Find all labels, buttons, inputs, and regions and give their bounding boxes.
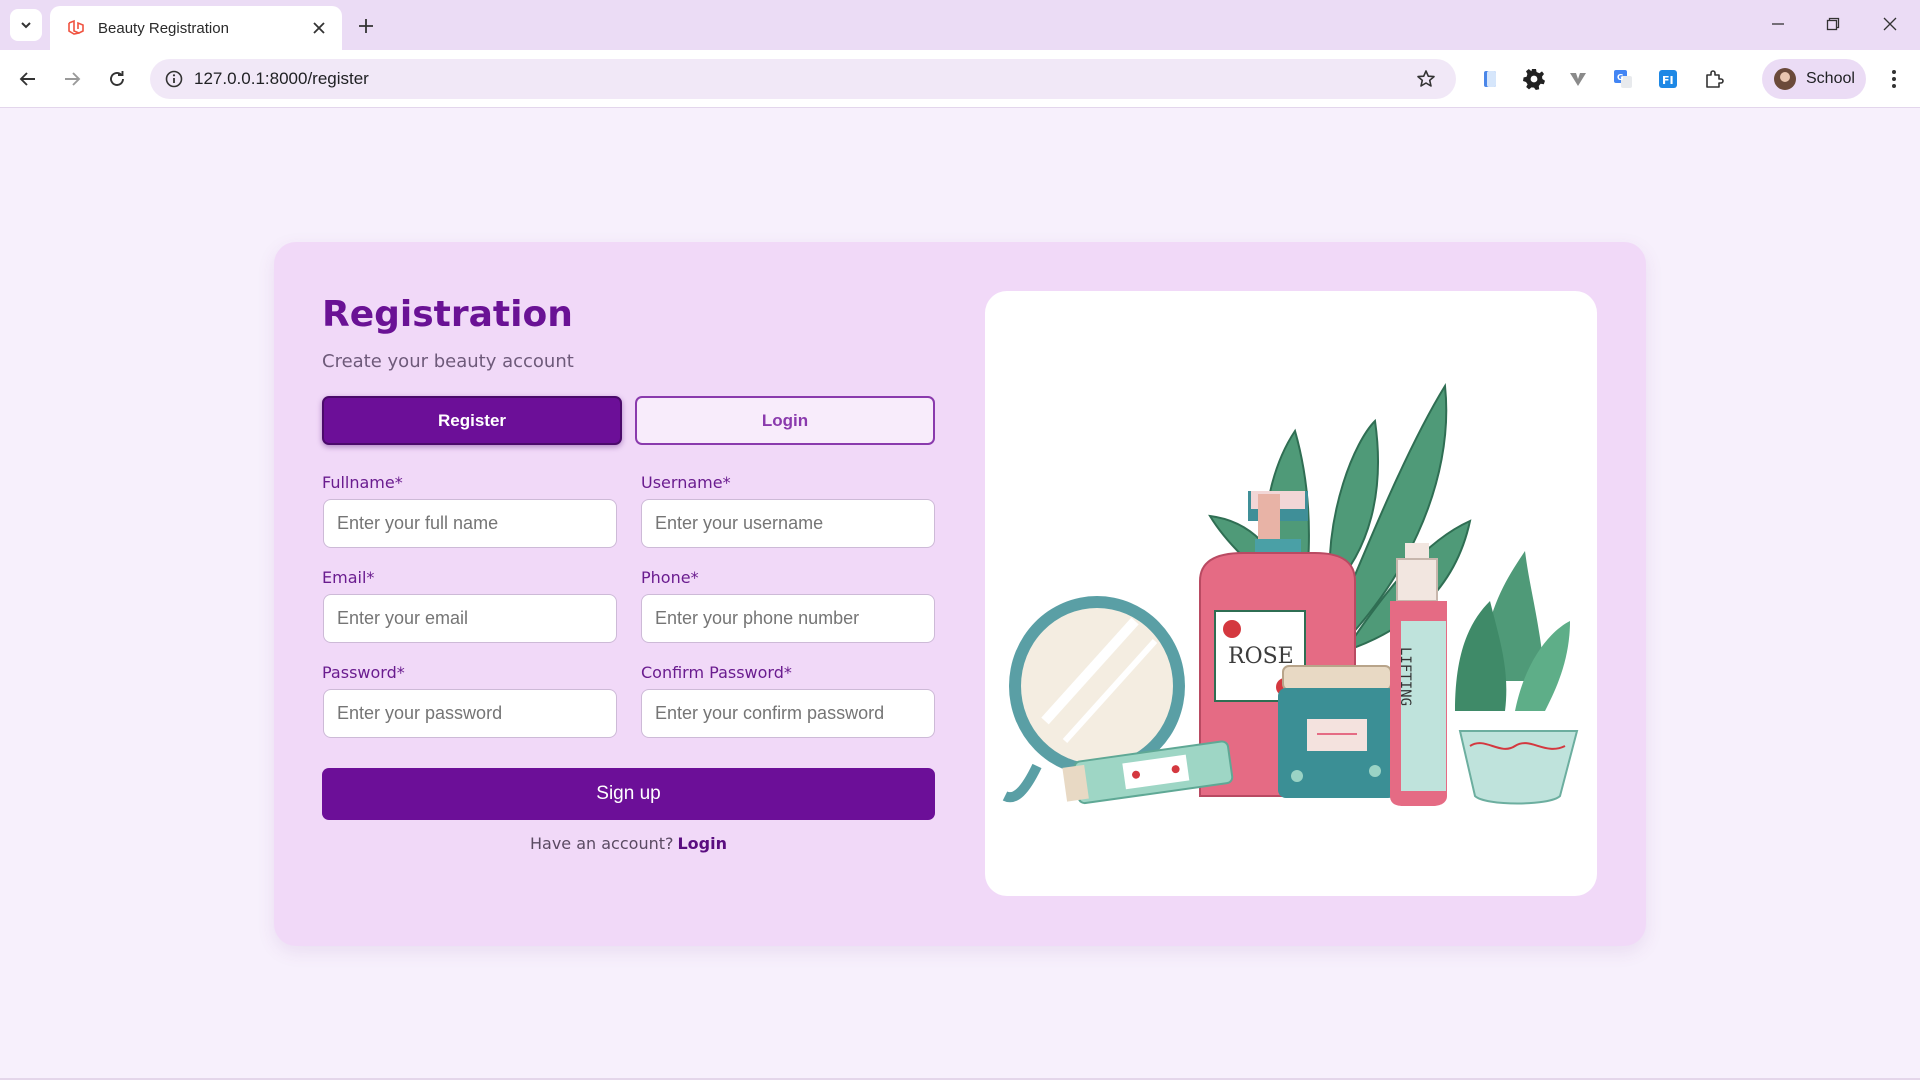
confirm-password-label: Confirm Password* [641,663,792,682]
email-label: Email* [322,568,375,587]
back-button[interactable] [12,63,44,95]
profile-label: School [1806,70,1855,87]
laravel-favicon-icon [66,18,86,38]
arrow-left-icon [19,72,35,86]
fullname-input[interactable] [323,499,617,548]
browser-tab-strip: Beauty Registration [0,0,1920,50]
gear-icon[interactable] [1518,63,1550,95]
avatar [1774,68,1796,90]
minimize-icon [1772,23,1784,25]
page-subtitle: Create your beauty account [322,351,574,372]
reload-icon [110,71,124,86]
url-text[interactable]: 127.0.0.1:8000/register [194,69,1406,89]
window-close-button[interactable] [1870,8,1910,40]
svg-text:FI: FI [1662,74,1674,87]
page-title: Registration [322,294,573,335]
confirm-password-input[interactable] [641,689,935,738]
username-label: Username* [641,473,731,492]
email-input[interactable] [323,594,617,643]
have-account-text: Have an account? Login [322,834,935,853]
tab-search-button[interactable] [10,9,42,41]
google-translate-icon[interactable]: G [1607,63,1639,95]
fullname-label: Fullname* [322,473,403,492]
v-extension-icon[interactable] [1562,63,1594,95]
window-minimize-button[interactable] [1758,8,1798,40]
bookmark-star-icon[interactable] [1406,59,1446,99]
cosmetics-illustration: ROSE LIFTING [1002,382,1579,806]
close-icon [1883,17,1897,31]
svg-text:G: G [1617,73,1624,82]
login-link[interactable]: Login [677,834,727,853]
extensions-puzzle-icon[interactable] [1698,63,1730,95]
forward-button[interactable] [56,63,88,95]
more-vertical-icon [1892,70,1896,88]
fl-extension-icon[interactable]: FI [1652,63,1684,95]
arrow-right-icon [65,72,81,86]
browser-menu-button[interactable] [1878,63,1910,95]
password-label: Password* [322,663,405,682]
plus-icon [359,19,373,33]
illustration-panel: ROSE LIFTING [985,291,1597,896]
address-bar[interactable]: 127.0.0.1:8000/register [150,59,1456,99]
tab-title: Beauty Registration [98,19,229,37]
site-info-icon[interactable] [154,59,194,99]
chevron-down-icon [21,22,31,29]
restore-icon [1826,17,1840,31]
browser-toolbar: 127.0.0.1:8000/register G FI School [0,50,1920,108]
succulent-pot [1455,551,1579,805]
profile-button[interactable]: School [1762,59,1866,99]
phone-label: Phone* [641,568,699,587]
username-input[interactable] [641,499,935,548]
reading-mode-icon[interactable] [1474,63,1506,95]
lifting-label: LIFTING [1397,647,1413,706]
have-account-prompt: Have an account? [529,834,674,853]
browser-tab-active[interactable]: Beauty Registration [50,6,342,50]
tab-close-icon[interactable] [308,17,330,39]
rose-label: ROSE [1228,644,1294,669]
password-input[interactable] [323,689,617,738]
register-tab-button[interactable]: Register [322,396,622,445]
cream-jar [1278,665,1396,798]
phone-input[interactable] [641,594,935,643]
signup-button[interactable]: Sign up [322,768,935,820]
reload-button[interactable] [101,63,133,95]
window-restore-button[interactable] [1813,8,1853,40]
login-tab-button[interactable]: Login [635,396,935,445]
new-tab-button[interactable] [352,12,380,40]
